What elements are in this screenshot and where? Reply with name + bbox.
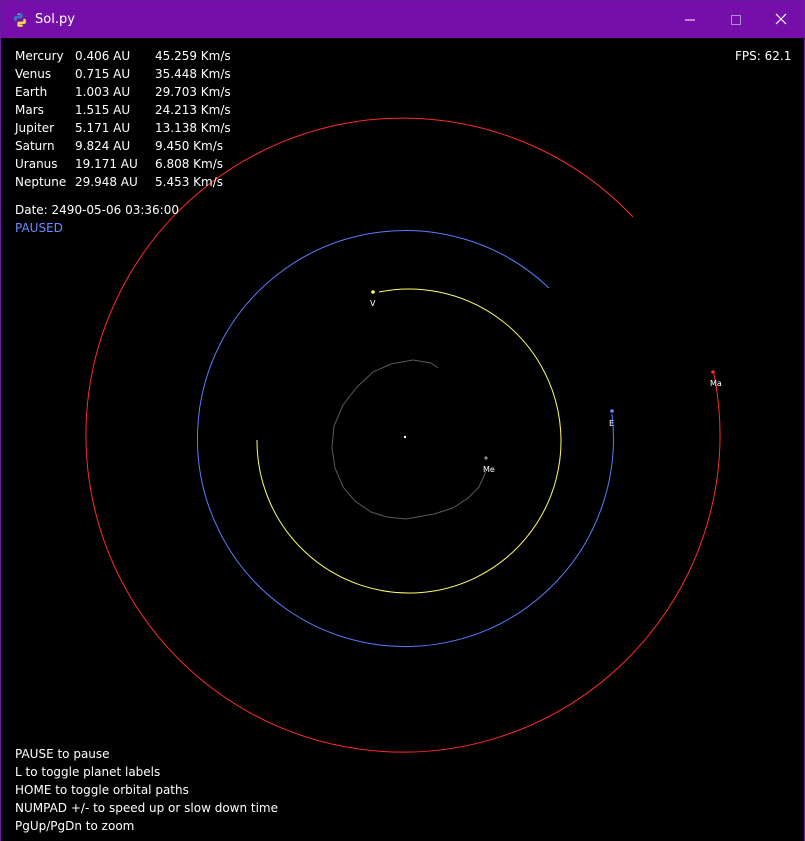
venus-label: V [370,299,376,308]
planet-name: Neptune [15,175,67,189]
title-bar[interactable]: Sol.py [1,1,804,38]
maximize-icon [731,10,741,29]
fps-counter: FPS: 62.1 [735,49,792,63]
mars-orbit-path [85,117,721,753]
window-title: Sol.py [35,12,75,27]
help-line: L to toggle planet labels [15,765,161,779]
maximize-button[interactable] [713,1,759,38]
planet-name: Venus [15,67,52,81]
planet-row-venus: Venus 0.715 AU 35.448 Km/s [15,65,275,83]
earth-marker [610,409,614,413]
planet-velocity: 45.259 Km/s [155,49,231,63]
planet-velocity: 29.703 Km/s [155,85,231,99]
mercury-orbit-path [331,359,487,520]
planet-velocity: 6.808 Km/s [155,157,224,171]
planet-name: Jupiter [15,121,55,135]
app-window: Sol.py Me V E Ma Mercury 0.406 AU 45.259… [0,0,805,841]
planet-name: Mars [15,103,44,117]
paused-status: PAUSED [15,221,63,235]
earth-label: E [609,419,614,428]
planet-velocity: 35.448 Km/s [155,67,231,81]
planet-row-saturn: Saturn 9.824 AU 9.450 Km/s [15,137,275,155]
help-line: PgUp/PgDn to zoom [15,819,135,833]
sun-marker [403,435,407,439]
earth-orbit-path [197,230,614,647]
planet-name: Uranus [15,157,58,171]
mercury-marker [484,456,488,460]
planet-row-jupiter: Jupiter 5.171 AU 13.138 Km/s [15,119,275,137]
close-icon [775,10,787,29]
minimize-icon [685,10,695,29]
close-button[interactable] [758,1,804,38]
venus-orbit-path [256,288,562,594]
planet-name: Earth [15,85,48,99]
planet-name: Mercury [15,49,64,63]
planet-distance: 0.406 AU [75,49,131,63]
mars-label: Ma [710,379,722,388]
planet-distance: 9.824 AU [75,139,131,153]
planet-distance: 29.948 AU [75,175,138,189]
help-line: NUMPAD +/- to speed up or slow down time [15,801,279,815]
planet-velocity: 9.450 Km/s [155,139,224,153]
planet-row-earth: Earth 1.003 AU 29.703 Km/s [15,83,275,101]
planet-velocity: 5.453 Km/s [155,175,224,189]
planet-distance: 0.715 AU [75,67,131,81]
planet-stats-table: Mercury 0.406 AU 45.259 Km/s Venus 0.715… [15,47,275,191]
venus-marker [371,290,375,294]
planet-row-mercury: Mercury 0.406 AU 45.259 Km/s [15,47,275,65]
planet-velocity: 24.213 Km/s [155,103,231,117]
planet-row-neptune: Neptune 29.948 AU 5.453 Km/s [15,173,275,191]
controls-help: PAUSE to pause L to toggle planet labels… [15,745,278,835]
help-line: HOME to toggle orbital paths [15,783,189,797]
planet-distance: 19.171 AU [75,157,138,171]
help-line: PAUSE to pause [15,747,110,761]
planet-distance: 1.515 AU [75,103,131,117]
mercury-label: Me [483,465,495,474]
planet-distance: 5.171 AU [75,121,131,135]
mars-marker [711,370,715,374]
planet-row-uranus: Uranus 19.171 AU 6.808 Km/s [15,155,275,173]
planet-name: Saturn [15,139,55,153]
planet-velocity: 13.138 Km/s [155,121,231,135]
python-icon [12,12,28,28]
minimize-button[interactable] [667,1,713,38]
planet-distance: 1.003 AU [75,85,131,99]
simulation-canvas[interactable]: Me V E Ma Mercury 0.406 AU 45.259 Km/s V… [1,38,804,841]
simulation-date: Date: 2490-05-06 03:36:00 [15,203,179,217]
planet-row-mars: Mars 1.515 AU 24.213 Km/s [15,101,275,119]
